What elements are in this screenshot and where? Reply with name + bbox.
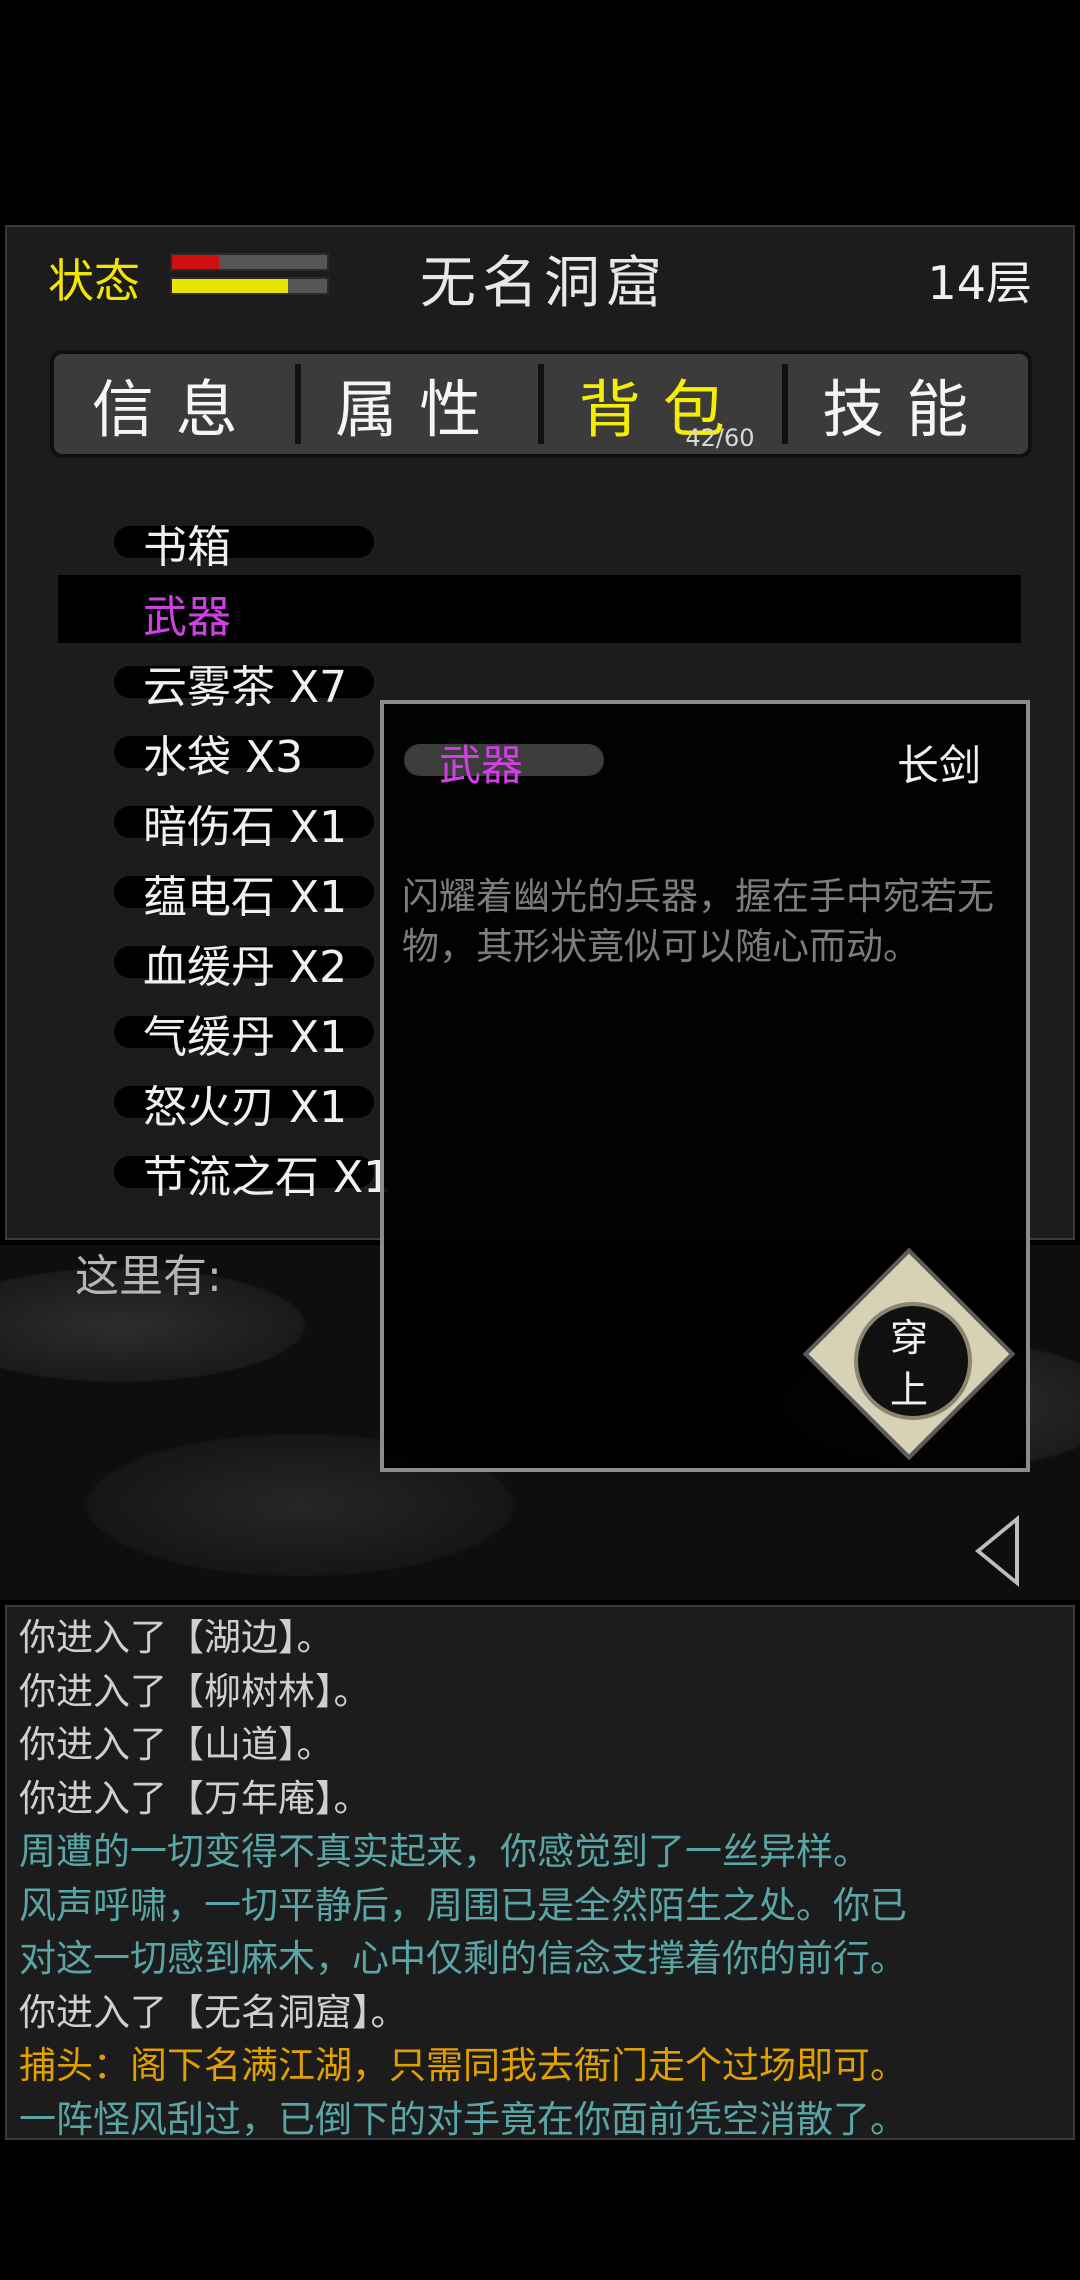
location-title: 无名洞窟 xyxy=(420,251,668,316)
item-name: 怒火刃 X1 xyxy=(143,1082,348,1133)
item-title: 长剑 xyxy=(896,741,981,790)
item-description: 闪耀着幽光的兵器，握在手中宛若无物，其形状竟似可以随心而动。 xyxy=(402,875,994,968)
log-line: 一阵怪风刮过，已倒下的对手竟在你面前凭空消散了。 xyxy=(19,2097,907,2141)
message-log: 你进入了【湖边】。 你进入了【柳树林】。 你进入了【山道】。 你进入了【万年庵】… xyxy=(5,1605,1075,2141)
tab-attributes[interactable]: 属性 xyxy=(294,354,542,454)
log-line: 风声呼啸，一切平静后，周围已是全然陌生之处。你已 xyxy=(19,1883,907,1927)
inventory-item-selected[interactable]: 武器 xyxy=(58,575,1021,643)
back-arrow-icon[interactable] xyxy=(975,1515,1019,1587)
here-label: 这里有: xyxy=(75,1251,222,1302)
item-name: 云雾茶 X7 xyxy=(143,662,348,713)
status-label[interactable]: 状态 xyxy=(48,245,140,311)
item-name: 气缓丹 X1 xyxy=(143,1012,348,1063)
log-line: 捕头：阁下名满江湖，只需同我去衙门走个过场即可。 xyxy=(19,2044,907,2087)
item-name: 节流之石 X1 xyxy=(143,1152,392,1203)
item-name: 蕴电石 X1 xyxy=(143,872,348,923)
backpack-capacity: 42/60 xyxy=(685,424,755,452)
inventory-item[interactable]: 书箱 xyxy=(58,505,1021,573)
log-line: 对这一切感到麻木，心中仅剩的信念支撑着你的前行。 xyxy=(19,1937,907,1980)
item-name: 暗伤石 X1 xyxy=(143,802,348,853)
floor-indicator: 14层 xyxy=(927,256,1032,310)
tab-info[interactable]: 信息 xyxy=(54,354,298,454)
log-line: 你进入了【湖边】。 xyxy=(19,1616,334,1659)
log-line: 周遭的一切变得不真实起来，你感觉到了一丝异样。 xyxy=(19,1830,870,1873)
mp-bar xyxy=(170,277,329,295)
item-name: 书箱 xyxy=(143,522,231,573)
log-line: 你进入了【无名洞窟】。 xyxy=(19,1990,408,2034)
tab-backpack[interactable]: 背包 42/60 xyxy=(538,354,785,454)
item-name: 水袋 X3 xyxy=(143,732,304,783)
item-name: 武器 xyxy=(143,592,231,643)
log-line: 你进入了【山道】。 xyxy=(19,1723,334,1766)
tab-skills-label: 技能 xyxy=(822,373,991,446)
log-line: 你进入了【柳树林】。 xyxy=(19,1669,371,1713)
tab-bar: 信息 属性 背包 42/60 技能 xyxy=(50,350,1032,458)
hp-bar xyxy=(170,253,329,271)
item-category: 武器 xyxy=(439,741,524,790)
mp-bar-fill xyxy=(172,279,289,293)
log-line: 你进入了【万年庵】。 xyxy=(19,1776,371,1820)
hp-bar-fill xyxy=(172,255,219,269)
tab-skills[interactable]: 技能 xyxy=(781,354,1029,454)
tab-attributes-label: 属性 xyxy=(335,373,504,446)
item-detail-popup: 武器 长剑 闪耀着幽光的兵器，握在手中宛若无物，其形状竟似可以随心而动。 穿 上 xyxy=(380,700,1030,1472)
equip-button-label[interactable]: 穿 上 xyxy=(854,1312,964,1416)
item-name: 血缓丹 X2 xyxy=(143,942,348,993)
tab-info-label: 信息 xyxy=(91,373,260,446)
